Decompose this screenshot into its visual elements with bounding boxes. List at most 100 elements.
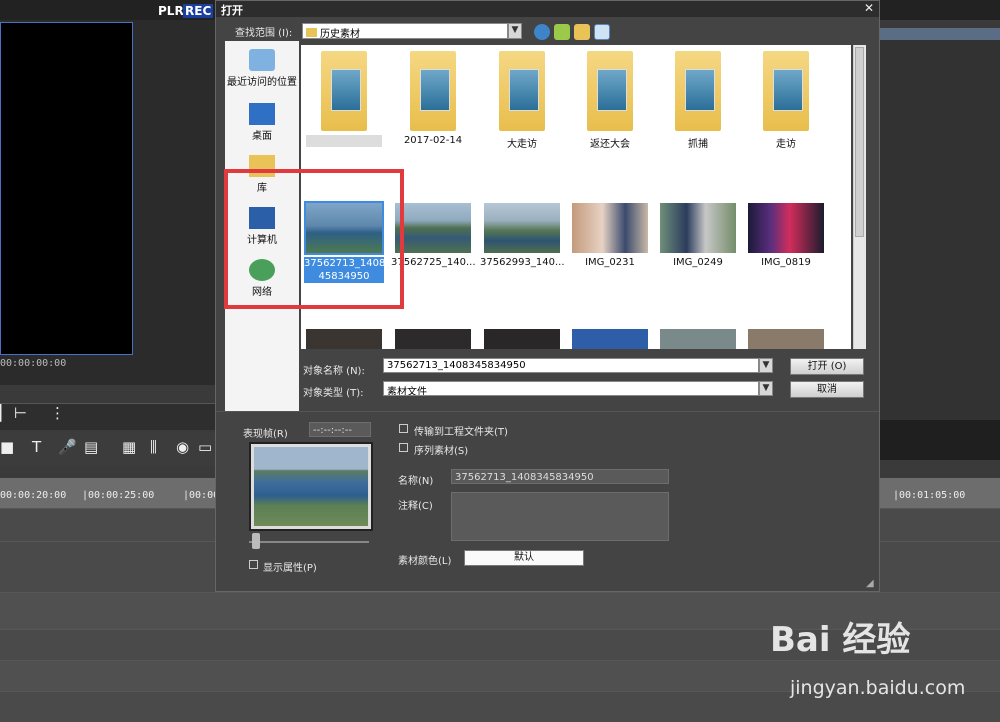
object-name-input[interactable]: 37562713_1408345834950 <box>383 358 759 373</box>
show-props-checkbox[interactable] <box>249 560 258 569</box>
object-type-arrow[interactable]: ▼ <box>759 381 773 396</box>
look-in-arrow[interactable]: ▼ <box>508 23 522 39</box>
title-icon[interactable]: T <box>32 438 41 456</box>
scrollbar-thumb[interactable] <box>855 47 864 237</box>
folder-item[interactable]: 大走访 <box>480 51 564 150</box>
preview-slider-track[interactable] <box>249 541 369 543</box>
cancel-button[interactable]: 取消 <box>790 381 864 398</box>
folder-item[interactable] <box>302 51 386 147</box>
file-thumbnail <box>660 203 736 253</box>
mixer-icon[interactable]: ▤ <box>84 438 98 456</box>
file-thumbnail <box>484 329 560 349</box>
grid-icon[interactable]: ▦ <box>122 438 136 456</box>
close-icon[interactable]: ✕ <box>864 1 874 15</box>
dialog-title: 打开 <box>221 4 243 17</box>
audio-mixer-icon[interactable]: ⫼ <box>150 438 157 456</box>
clip-color-label: 素材颜色(L) <box>398 556 452 567</box>
object-type-select[interactable]: 素材文件 <box>383 381 759 396</box>
sequence-clip-checkbox[interactable] <box>399 443 408 452</box>
timeline-ruler[interactable]: 00:00:20:00 |00:00:25:00 |00:00 <box>0 478 219 508</box>
file-thumbnail <box>572 329 648 349</box>
open-button[interactable]: 打开 (O) <box>790 358 864 375</box>
ruler-tick: |00:00:25:00 <box>82 490 155 501</box>
right-panel <box>880 40 1000 420</box>
folder-icon <box>321 51 367 131</box>
folder-item[interactable]: 抓捕 <box>656 51 740 150</box>
file-label: IMG_0819 <box>761 257 811 268</box>
resize-grip-icon[interactable]: ◢ <box>866 578 874 589</box>
right-toolbar <box>880 420 1000 460</box>
file-list-scrollbar[interactable] <box>853 45 866 349</box>
view-menu-icon[interactable] <box>594 24 610 40</box>
folder-item[interactable]: 走访 <box>744 51 828 150</box>
folder-icon <box>587 51 633 131</box>
arrow-icon[interactable]: ■ <box>0 438 14 456</box>
object-type-label: 对象类型 (T): <box>303 388 364 399</box>
sidebar-item-label: 最近访问的位置 <box>227 77 297 88</box>
comment-field[interactable] <box>451 492 669 541</box>
file-thumbnail <box>395 203 471 253</box>
file-thumbnail <box>748 203 824 253</box>
right-topbar <box>880 0 1000 20</box>
file-thumbnail <box>572 203 648 253</box>
name-label: 名称(N) <box>398 476 434 487</box>
sidebar-item-recent[interactable]: 最近访问的位置 <box>225 49 299 88</box>
file-item[interactable]: IMG_0249 <box>656 203 740 268</box>
record-icon[interactable]: ◉ <box>176 438 189 456</box>
show-props-label: 显示属性(P) <box>263 563 317 574</box>
comment-label: 注释(C) <box>398 501 433 512</box>
file-item[interactable]: 37562993_140... <box>480 203 565 268</box>
trim-icon[interactable]: ▏ <box>0 404 12 422</box>
transfer-project-label: 传输到工程文件夹(T) <box>414 427 508 438</box>
back-icon[interactable] <box>534 24 550 40</box>
dialog-title-bar[interactable]: 打开 ✕ <box>216 1 879 17</box>
split-icon[interactable]: ⋮ <box>50 404 65 422</box>
name-field[interactable]: 37562713_1408345834950 <box>451 469 669 484</box>
folder-icon <box>675 51 721 131</box>
baidu-watermark-url: jingyan.baidu.com <box>790 677 966 699</box>
file-label: 37562993_140... <box>480 257 565 268</box>
rep-frame-label: 表现帧(R) <box>243 429 288 440</box>
file-item[interactable] <box>656 329 740 349</box>
file-item[interactable] <box>391 329 475 349</box>
preview-thumbnail <box>254 447 368 526</box>
sidebar-item-desktop[interactable]: 桌面 <box>225 103 299 142</box>
file-label: IMG_0249 <box>673 257 723 268</box>
panel-icon[interactable]: ▭ <box>198 438 212 456</box>
file-item[interactable] <box>480 329 564 349</box>
clip-color-button[interactable]: 默认 <box>464 550 584 566</box>
folder-icon <box>499 51 545 131</box>
rep-frame-timecode[interactable]: --:--:--:-- <box>309 422 371 437</box>
right-header <box>880 28 1000 40</box>
desktop-icon <box>249 103 275 125</box>
microphone-icon[interactable]: 🎤 <box>58 438 77 456</box>
folder-label: 走访 <box>776 139 796 150</box>
new-folder-icon[interactable] <box>574 24 590 40</box>
file-item[interactable] <box>302 329 386 349</box>
ruler-tick: |00:01:05:00 <box>893 490 966 501</box>
preview-slider-handle[interactable] <box>252 533 260 549</box>
rec-label: REC <box>183 4 214 18</box>
in-point-icon[interactable]: ⊢ <box>14 404 27 422</box>
ruler-tick: 00:00:20:00 <box>0 490 67 501</box>
look-in-value: 历史素材 <box>320 29 360 39</box>
folder-item[interactable]: 2017-02-14 <box>391 51 475 146</box>
folder-label: 2017-02-14 <box>403 135 463 146</box>
blurred-label <box>306 135 382 147</box>
up-folder-icon[interactable] <box>554 24 570 40</box>
folder-item[interactable]: 返还大会 <box>568 51 652 150</box>
file-thumbnail <box>484 203 560 253</box>
open-dialog: 打开 ✕ 查找范围 (I): 历史素材 ▼ 最近访问的位置 桌面 库 计算机 网… <box>215 0 880 592</box>
file-item[interactable] <box>568 329 652 349</box>
sequence-clip-label: 序列素材(S) <box>414 446 469 457</box>
recent-places-icon <box>249 49 275 71</box>
ruler-tick: |00:00 <box>183 490 220 501</box>
file-item[interactable]: IMG_0819 <box>744 203 828 268</box>
file-item[interactable]: IMG_0231 <box>568 203 652 268</box>
object-name-arrow[interactable]: ▼ <box>759 358 773 373</box>
file-item[interactable] <box>744 329 828 349</box>
object-name-label: 对象名称 (N): <box>303 366 365 377</box>
folder-icon <box>410 51 456 131</box>
look-in-dropdown[interactable]: 历史素材 <box>302 23 508 39</box>
transfer-project-checkbox[interactable] <box>399 424 408 433</box>
